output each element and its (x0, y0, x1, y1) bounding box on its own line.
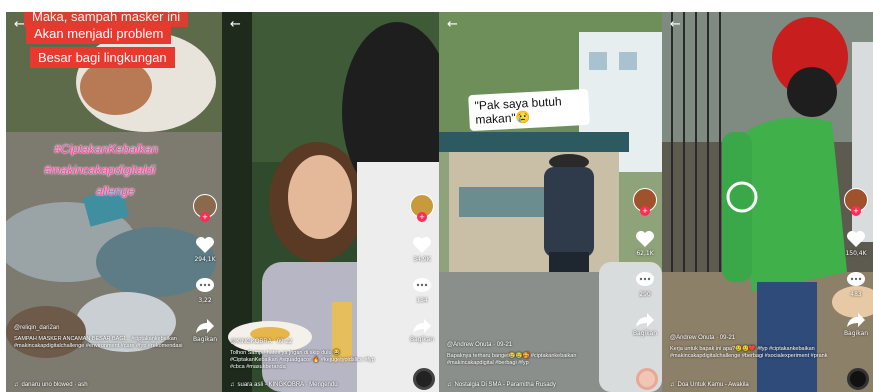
share-icon (847, 313, 865, 327)
like-button[interactable]: 62,1K (635, 230, 655, 257)
creator-avatar[interactable]: + (193, 194, 217, 222)
comment-count: 134 (416, 297, 428, 304)
like-count: 34,9K (413, 256, 431, 263)
music-disc-icon[interactable] (847, 368, 869, 390)
video-description: Kerja untuk bapak ini apa?😢😢❤️ #fyp #cip… (670, 346, 828, 359)
action-rail: + 150,4K 483 Bagikan (843, 188, 869, 337)
follow-plus-icon[interactable]: + (851, 206, 861, 216)
creator-avatar[interactable]: + (410, 194, 434, 222)
music-row[interactable]: ♫ Doa Untuk Kamu - Awakila (670, 382, 749, 388)
like-button[interactable]: 294,1K (194, 236, 216, 263)
video-panel-4[interactable]: ← + 150,4K 483 Bagikan @Andrew Onuta · 0… (662, 12, 873, 392)
share-label: Bagikan (192, 336, 218, 343)
share-icon (636, 313, 654, 327)
follow-plus-icon[interactable]: + (417, 212, 427, 222)
video-panel-3[interactable]: ← "Pak saya butuh makan"😢 + 62,1K 290 Ba… (439, 12, 662, 392)
creator-avatar[interactable]: + (633, 188, 657, 216)
hashtag-overlay-2: #makincakapdigitaldi (44, 163, 156, 177)
share-label: Bagikan (632, 330, 658, 337)
action-rail: + 294,1K 3,22 Bagikan (192, 194, 218, 343)
music-disc-icon[interactable] (413, 368, 435, 390)
comment-count: 483 (850, 291, 862, 298)
follow-plus-icon[interactable]: + (640, 206, 650, 216)
comment-button[interactable]: 3,22 (195, 277, 215, 304)
comment-button[interactable]: 290 (635, 271, 655, 298)
music-note-icon: ♫ (447, 382, 452, 388)
like-count: 150,4K (845, 250, 867, 257)
comment-icon (847, 272, 865, 286)
hashtag-overlay-1: #CiptakanKebaikan (54, 142, 159, 156)
share-button[interactable]: Bagikan (633, 312, 657, 337)
share-label: Bagikan (843, 330, 869, 337)
music-disc-icon[interactable] (636, 368, 658, 390)
video-frame (6, 12, 222, 392)
music-note-icon: ♫ (14, 382, 19, 388)
share-label: Bagikan (409, 336, 435, 343)
music-title: danaru uno blowed · ash (21, 382, 88, 388)
video-frame (439, 12, 662, 392)
username[interactable]: @Andrew Onuta · 09-21 (670, 335, 735, 341)
music-row[interactable]: ♫ Nostalgia Di SMA - Paramitha Rusady (447, 382, 556, 388)
video-panel-1[interactable]: ← Maka, sampah masker ini Akan menjadi p… (6, 12, 222, 392)
like-count: 294,1K (194, 256, 216, 263)
video-description: SAMPAH MASKER ANCAMAN BESAR BAGI... #cip… (14, 336, 183, 349)
share-button[interactable]: Bagikan (410, 318, 434, 343)
comment-button[interactable]: 134 (412, 277, 432, 304)
like-count: 62,1K (636, 250, 654, 257)
music-title: Doa Untuk Kamu - Awakila (677, 382, 749, 388)
back-arrow-icon[interactable]: ← (230, 18, 241, 31)
comment-button[interactable]: 483 (846, 271, 866, 298)
music-title: suara asli - KINGKOBRA · Mengendu (237, 382, 338, 388)
music-row[interactable]: ♫ suara asli - KINGKOBRA · Mengendu (230, 382, 338, 388)
heart-icon (196, 237, 214, 253)
caption-bubble: "Pak saya butuh makan"😢 (468, 88, 590, 132)
video-panel-2[interactable]: ← + 34,9K 134 Bagikan @KINGKOBRA · 09-22… (222, 12, 439, 392)
share-icon (196, 319, 214, 333)
heart-icon (413, 237, 431, 253)
follow-plus-icon[interactable]: + (200, 212, 210, 222)
username[interactable]: @reliqin_dari2an (14, 325, 59, 331)
share-icon (413, 319, 431, 333)
heart-icon (636, 231, 654, 247)
share-button[interactable]: Bagikan (844, 312, 868, 337)
like-button[interactable]: 34,9K (412, 236, 432, 263)
back-arrow-icon[interactable]: ← (447, 18, 458, 31)
creator-avatar[interactable]: + (844, 188, 868, 216)
music-row[interactable]: ♫ danaru uno blowed · ash (14, 382, 88, 388)
share-button[interactable]: Bagikan (193, 318, 217, 343)
comment-icon (196, 278, 214, 292)
heart-icon (847, 231, 865, 247)
video-description: Bapaknya terharu banget😢😢🥰 #ciptakankeba… (447, 353, 577, 366)
video-description: Tolhon Sampe hates ya jngan di skip dulu… (230, 350, 375, 370)
video-frame (222, 12, 439, 392)
action-rail: + 62,1K 290 Bagikan (632, 188, 658, 337)
action-rail: + 34,9K 134 Bagikan (409, 194, 435, 343)
username[interactable]: @Andrew Onuta · 09-21 (447, 342, 512, 348)
comment-icon (413, 278, 431, 292)
hashtag-overlay-3: allenge (96, 184, 135, 198)
back-arrow-icon[interactable]: ← (670, 18, 681, 31)
caption-line-2: Akan menjadi problem (26, 23, 172, 44)
music-note-icon: ♫ (230, 382, 235, 388)
comment-count: 290 (639, 291, 651, 298)
comment-icon (636, 272, 654, 286)
like-button[interactable]: 150,4K (845, 230, 867, 257)
username[interactable]: @KINGKOBRA · 09-22 (230, 339, 292, 345)
comment-count: 3,22 (198, 297, 212, 304)
music-note-icon: ♫ (670, 382, 675, 388)
caption-line-3: Besar bagi lingkungan (30, 47, 175, 68)
music-title: Nostalgia Di SMA - Paramitha Rusady (454, 382, 556, 388)
